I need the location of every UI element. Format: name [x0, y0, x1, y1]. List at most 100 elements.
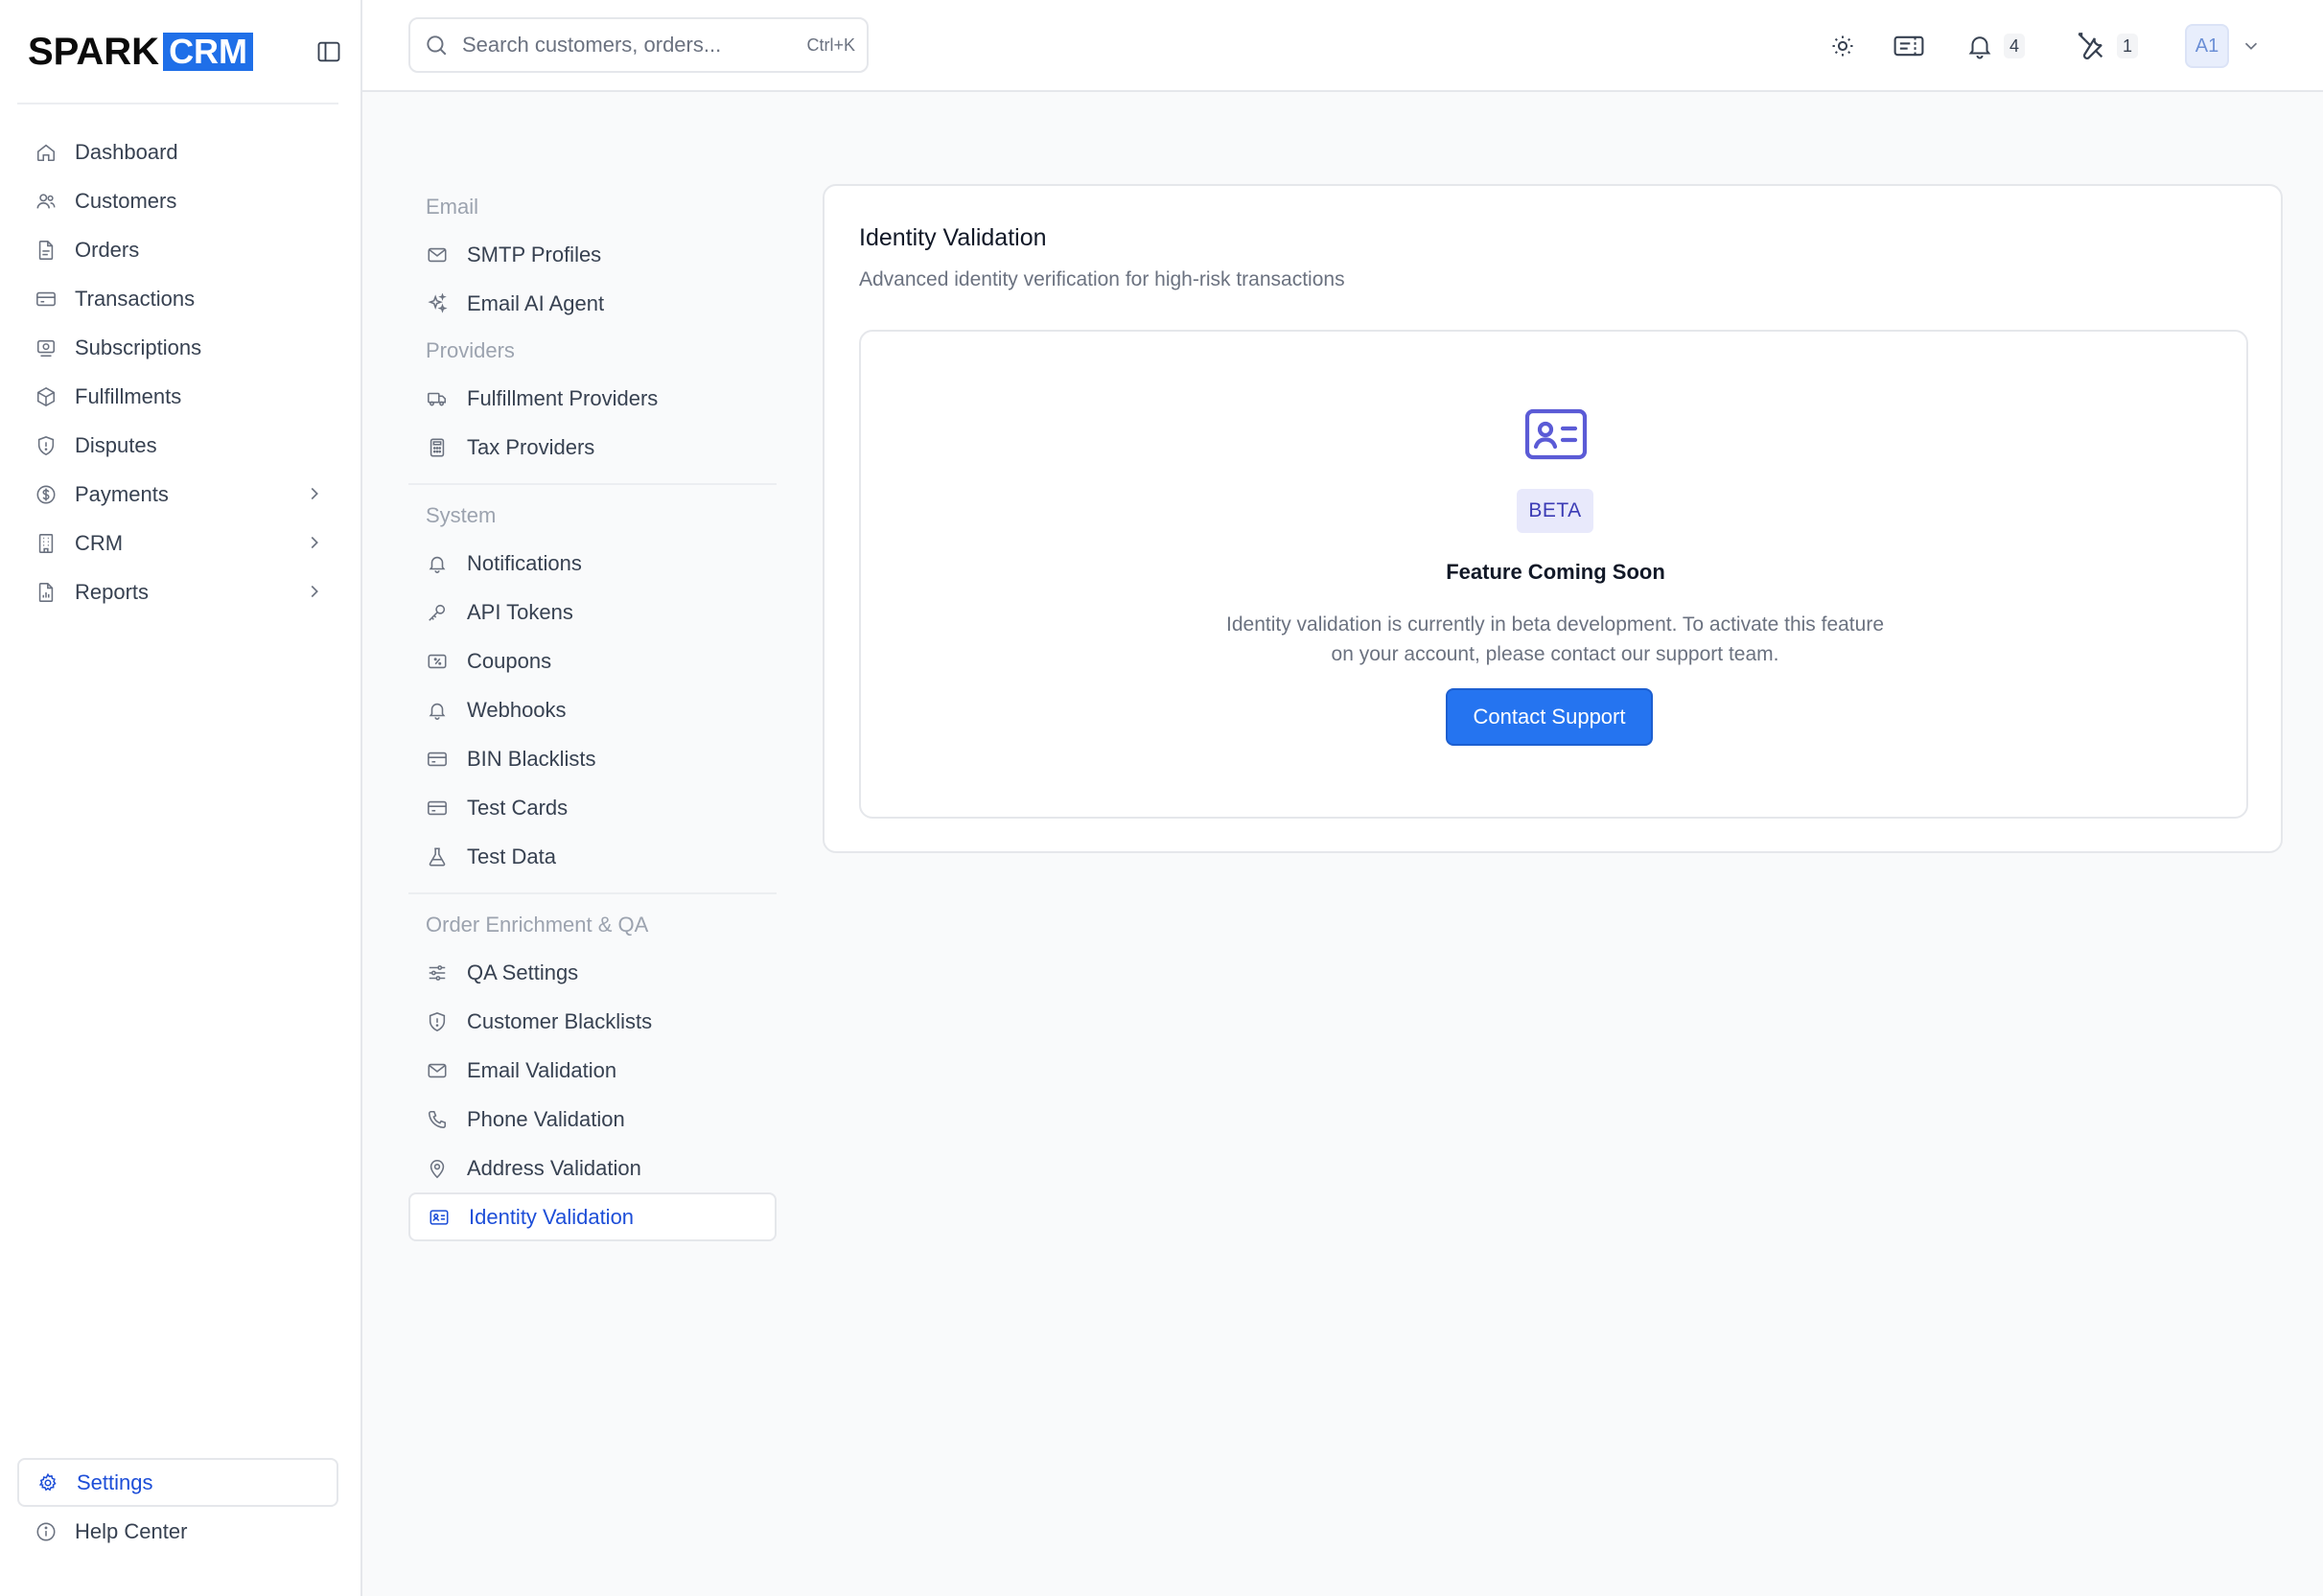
section-divider	[408, 483, 777, 485]
settings-item-label: Identity Validation	[469, 1204, 635, 1229]
sidebar-item-fulfillments[interactable]: Fulfillments	[17, 372, 338, 421]
theme-toggle[interactable]	[1829, 21, 1856, 71]
sidebar-item-subscriptions[interactable]: Subscriptions	[17, 323, 338, 372]
settings-item-identity-validation[interactable]: Identity Validation	[408, 1192, 777, 1241]
file-icon	[35, 239, 58, 262]
settings-item-label: BIN Blacklists	[467, 746, 596, 771]
settings-item-bin-blacklists[interactable]: BIN Blacklists	[408, 734, 777, 783]
search-input[interactable]	[462, 33, 778, 58]
settings-item-label: Email Validation	[467, 1057, 617, 1082]
settings-item-qa-settings[interactable]: QA Settings	[408, 948, 777, 997]
settings-item-label: Test Cards	[467, 795, 569, 820]
truck-icon	[426, 387, 449, 410]
sidebar-item-reports[interactable]: Reports	[17, 567, 338, 616]
key-icon	[426, 601, 449, 624]
package-icon	[35, 385, 58, 408]
search-icon	[427, 35, 447, 56]
settings-item-webhooks[interactable]: Webhooks	[408, 685, 777, 734]
flask-icon	[426, 845, 449, 868]
settings-item-label: SMTP Profiles	[467, 242, 602, 266]
settings-item-test-data[interactable]: Test Data	[408, 832, 777, 881]
coming-soon-panel: BETA Feature Coming Soon Identity valida…	[859, 330, 2248, 819]
gear-icon	[36, 1471, 59, 1494]
notifications-button[interactable]: 4	[1965, 21, 2025, 71]
tickets-button[interactable]	[1893, 21, 1925, 71]
logo-spark-text: SPARK	[28, 31, 160, 73]
settings-item-label: Test Data	[467, 844, 556, 868]
report-icon	[35, 581, 58, 604]
chevron-down-icon	[2244, 42, 2258, 50]
sidebar-item-orders[interactable]: Orders	[17, 225, 338, 274]
sidebar-item-label: Disputes	[75, 432, 157, 457]
search-box[interactable]: Ctrl+K	[408, 17, 869, 73]
sidebar-item-transactions[interactable]: Transactions	[17, 274, 338, 323]
settings-item-api-tokens[interactable]: API Tokens	[408, 588, 777, 636]
identity-validation-card: Identity Validation Advanced identity ve…	[823, 184, 2283, 853]
logo-crm-text: CRM	[163, 33, 254, 71]
map-pin-icon	[426, 1157, 449, 1180]
settings-item-address-validation[interactable]: Address Validation	[408, 1144, 777, 1192]
id-card-icon	[428, 1206, 451, 1229]
settings-item-phone-validation[interactable]: Phone Validation	[408, 1095, 777, 1144]
avatar: A1	[2185, 24, 2229, 68]
logo-row: SPARK CRM	[28, 27, 344, 77]
users-icon	[35, 190, 58, 213]
settings-item-fulfillment-providers[interactable]: Fulfillment Providers	[408, 374, 777, 423]
sidebar-item-label: Fulfillments	[75, 383, 182, 408]
sidebar-item-label: Customers	[75, 188, 177, 213]
sidebar-item-customers[interactable]: Customers	[17, 176, 338, 225]
sidebar-item-settings[interactable]: Settings	[17, 1458, 338, 1507]
settings-item-label: Tax Providers	[467, 434, 595, 459]
settings-item-label: Coupons	[467, 648, 552, 673]
sidebar-bottom: Settings Help Center	[17, 1458, 338, 1556]
sidebar-item-dashboard[interactable]: Dashboard	[17, 127, 338, 176]
settings-item-label: Notifications	[467, 550, 582, 575]
section-heading-order-enrichment: Order Enrichment & QA	[426, 913, 649, 937]
tools-button[interactable]: 1	[2075, 21, 2138, 71]
sidebar-item-payments[interactable]: Payments	[17, 470, 338, 519]
settings-item-tax-providers[interactable]: Tax Providers	[408, 423, 777, 472]
topbar: Ctrl+K 4 1 A1	[362, 0, 2323, 92]
credit-card-icon	[426, 748, 449, 771]
chevron-right-icon	[311, 487, 318, 500]
logo[interactable]: SPARK CRM	[28, 31, 254, 73]
id-card-icon	[1524, 408, 1588, 460]
sun-icon	[1832, 35, 1853, 57]
chevron-right-icon	[311, 585, 318, 598]
settings-item-label: Fulfillment Providers	[467, 385, 659, 410]
bell-icon	[426, 552, 449, 575]
tools-icon	[2078, 33, 2103, 59]
search-shortcut: Ctrl+K	[806, 35, 855, 55]
shield-icon	[426, 1010, 449, 1033]
sidebar-item-crm[interactable]: CRM	[17, 519, 338, 567]
settings-nav: Email SMTP Profiles Email AI Agent Provi…	[408, 184, 777, 1241]
sidebar-item-disputes[interactable]: Disputes	[17, 421, 338, 470]
feature-description: Identity validation is currently in beta…	[1226, 613, 1884, 665]
info-icon	[35, 1520, 58, 1543]
page-subtitle: Advanced identity verification for high-…	[859, 268, 1345, 290]
settings-item-notifications[interactable]: Notifications	[408, 539, 777, 588]
user-menu-button[interactable]: A1	[2185, 21, 2262, 71]
settings-item-email-validation[interactable]: Email Validation	[408, 1046, 777, 1095]
settings-item-label: Customer Blacklists	[467, 1008, 653, 1033]
contact-support-button[interactable]: Contact Support	[1446, 688, 1653, 746]
sidebar-collapse-button[interactable]	[314, 36, 344, 67]
sidebar-item-label: Payments	[75, 481, 169, 506]
section-heading-system: System	[426, 503, 497, 527]
ticket-icon	[426, 650, 449, 673]
settings-item-email-ai-agent[interactable]: Email AI Agent	[408, 279, 777, 328]
sidebar-item-label: Reports	[75, 579, 150, 604]
settings-item-smtp-profiles[interactable]: SMTP Profiles	[408, 230, 777, 279]
section-heading-email: Email	[426, 195, 479, 219]
page-title: Identity Validation	[859, 224, 1047, 251]
credit-card-icon	[426, 797, 449, 820]
sidebar-item-help-center[interactable]: Help Center	[17, 1507, 338, 1556]
settings-item-customer-blacklists[interactable]: Customer Blacklists	[408, 997, 777, 1046]
settings-item-label: Phone Validation	[467, 1106, 625, 1131]
notifications-count-badge: 4	[2004, 34, 2025, 58]
settings-item-test-cards[interactable]: Test Cards	[408, 783, 777, 832]
settings-item-coupons[interactable]: Coupons	[408, 636, 777, 685]
sidebar-divider	[17, 103, 338, 104]
chevron-right-icon	[311, 536, 318, 549]
sidebar-item-label: Orders	[75, 237, 140, 262]
